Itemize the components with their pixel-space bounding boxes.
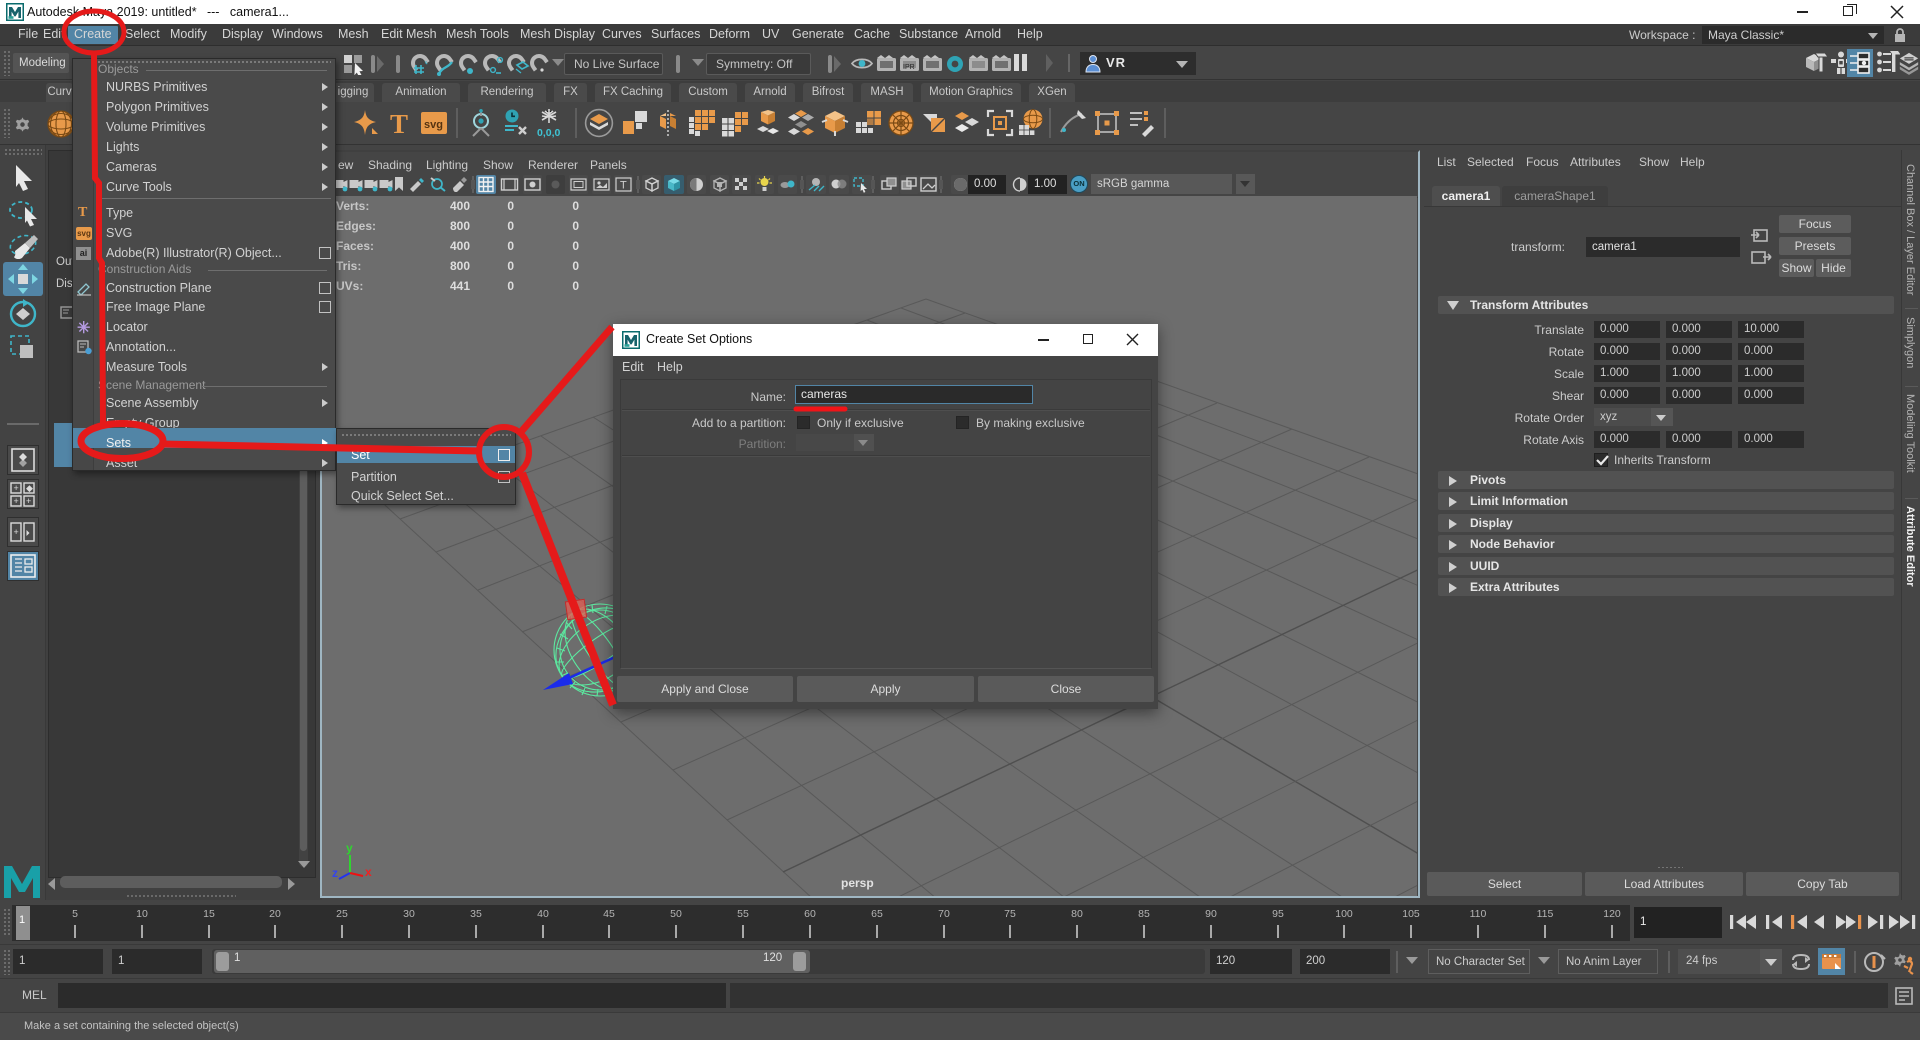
svg-text:+: +: [14, 527, 19, 537]
svg-text:T: T: [390, 109, 408, 138]
svg-text:svg: svg: [424, 119, 443, 131]
svg-text:+: +: [14, 496, 19, 506]
svg-text:y: y: [346, 841, 353, 855]
svg-text:◆: ◆: [26, 483, 33, 493]
svg-text:0,0,0: 0,0,0: [537, 127, 561, 138]
svg-text:T: T: [620, 180, 627, 192]
svg-text:z: z: [332, 866, 338, 880]
svg-text:+: +: [26, 496, 31, 506]
svg-text:x: x: [365, 865, 372, 879]
svg-text:IPR: IPR: [903, 64, 915, 71]
svg-text:+: +: [14, 483, 19, 493]
